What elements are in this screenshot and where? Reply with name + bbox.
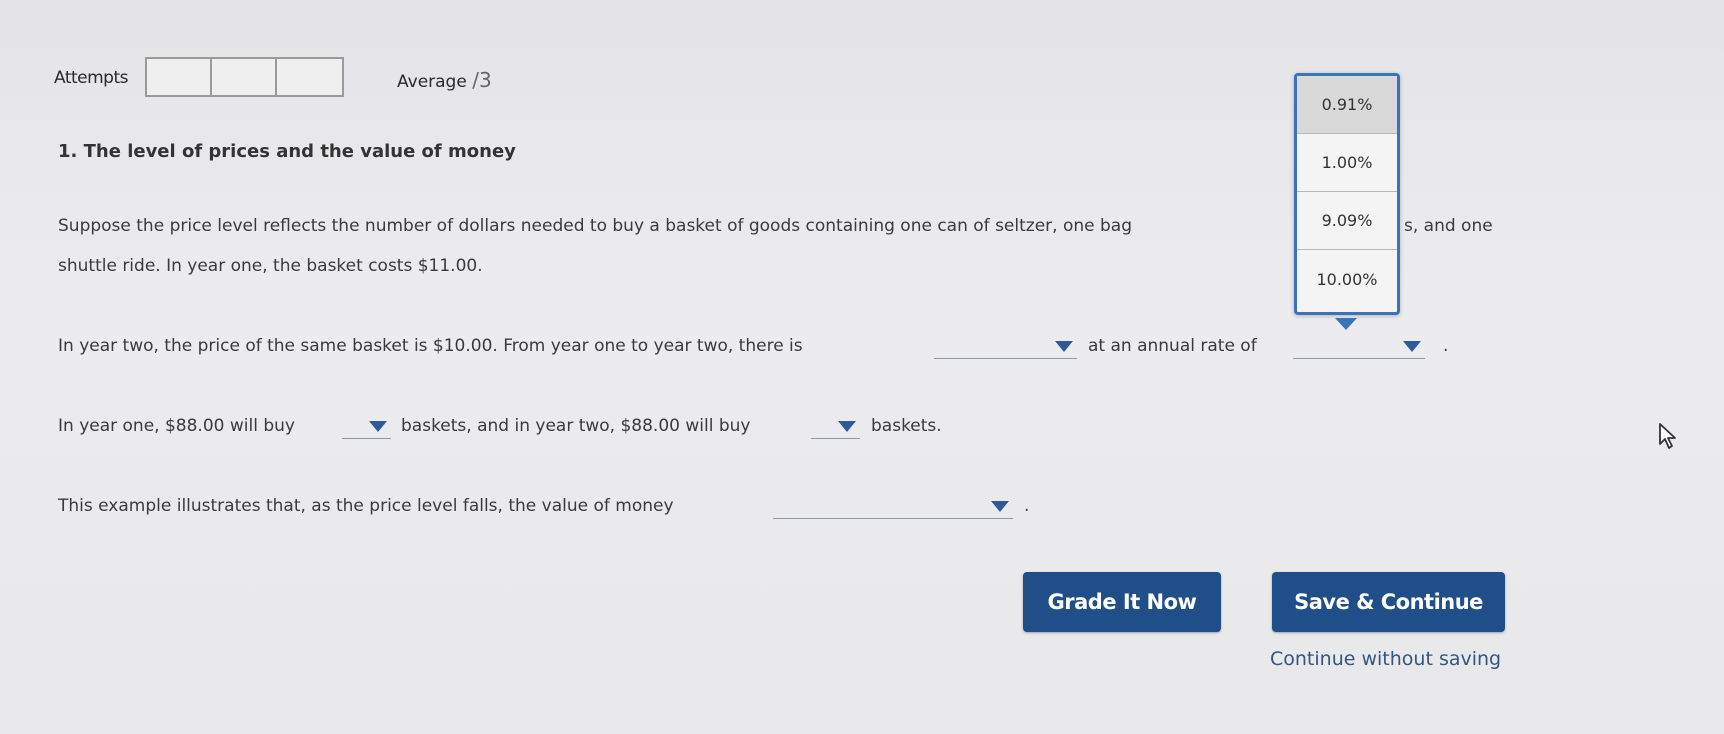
annual-rate-text: at an annual rate of bbox=[1088, 336, 1257, 356]
attempt-box-1 bbox=[147, 59, 212, 95]
rate-option-2[interactable]: 9.09% bbox=[1297, 192, 1397, 250]
attempt-box-3 bbox=[277, 59, 342, 95]
year-one-text: In year one, $88.00 will buy bbox=[58, 416, 295, 436]
intro-line-2: shuttle ride. In year one, the basket co… bbox=[58, 256, 483, 276]
chevron-down-icon bbox=[838, 421, 856, 432]
baskets-year-two-text: baskets, and in year two, $88.00 will bu… bbox=[401, 416, 751, 436]
question-title: 1. The level of prices and the value of … bbox=[58, 141, 516, 162]
chevron-down-icon bbox=[369, 421, 387, 432]
baskets-year-two-dropdown[interactable] bbox=[811, 416, 860, 439]
baskets-end: baskets. bbox=[871, 416, 942, 436]
example-text: This example illustrates that, as the pr… bbox=[58, 496, 674, 516]
attempt-boxes bbox=[145, 57, 344, 97]
average-slash: / bbox=[472, 68, 479, 92]
intro-line-1b: s, and one bbox=[1404, 216, 1493, 236]
dropdown-pointer-icon bbox=[1335, 318, 1357, 330]
mouse-cursor-icon bbox=[1659, 423, 1676, 449]
grade-it-now-button[interactable]: Grade It Now bbox=[1023, 572, 1221, 632]
attempts-label: Attempts bbox=[54, 68, 129, 88]
baskets-year-one-dropdown[interactable] bbox=[342, 416, 391, 439]
rate-period: . bbox=[1443, 336, 1449, 356]
annual-rate-dropdown[interactable] bbox=[1293, 336, 1425, 359]
chevron-down-icon bbox=[1403, 341, 1421, 352]
chevron-down-icon bbox=[1055, 341, 1073, 352]
rate-option-1[interactable]: 1.00% bbox=[1297, 134, 1397, 192]
intro-line-1a: Suppose the price level reflects the num… bbox=[58, 216, 1132, 236]
value-of-money-dropdown[interactable] bbox=[773, 496, 1013, 519]
year-two-text: In year two, the price of the same baske… bbox=[58, 336, 803, 356]
rate-options-list[interactable]: 0.91% 1.00% 9.09% 10.00% bbox=[1294, 73, 1400, 315]
rate-option-3[interactable]: 10.00% bbox=[1297, 250, 1397, 308]
save-continue-button[interactable]: Save & Continue bbox=[1272, 572, 1505, 632]
change-type-dropdown[interactable] bbox=[934, 336, 1077, 359]
rate-option-0[interactable]: 0.91% bbox=[1297, 76, 1397, 134]
average-label: Average bbox=[397, 72, 467, 92]
attempt-box-2 bbox=[212, 59, 277, 95]
chevron-down-icon bbox=[991, 501, 1009, 512]
continue-without-saving-link[interactable]: Continue without saving bbox=[1270, 648, 1501, 670]
average-score: Average /3 bbox=[397, 68, 492, 92]
example-period: . bbox=[1024, 496, 1030, 516]
average-value: 3 bbox=[478, 68, 492, 92]
